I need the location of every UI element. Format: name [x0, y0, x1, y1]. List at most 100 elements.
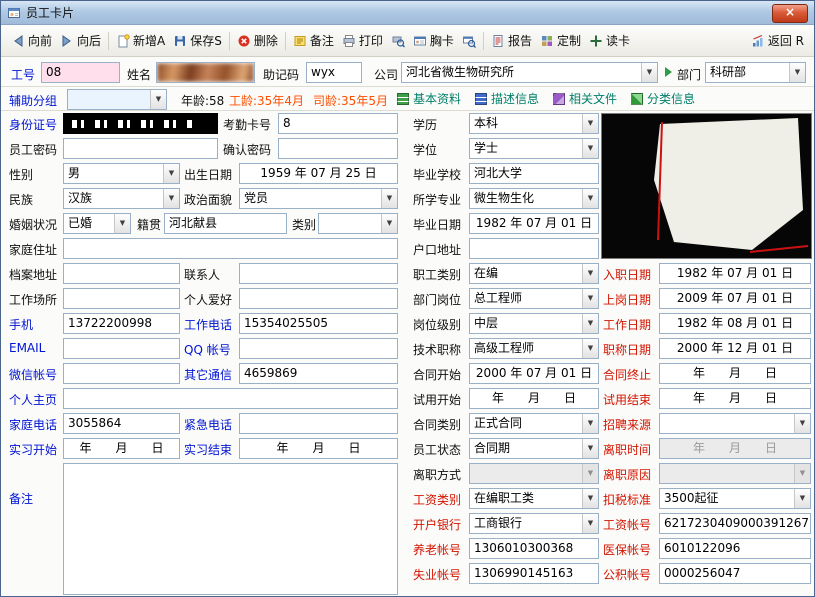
- close-button[interactable]: ×: [772, 4, 808, 23]
- note-button[interactable]: 备注: [289, 28, 338, 53]
- backward-button[interactable]: 向后: [56, 28, 105, 53]
- political-status-select[interactable]: 党员▼: [239, 188, 398, 209]
- attendance-card-field[interactable]: 8: [278, 113, 398, 134]
- field-label: 技术职称: [413, 341, 461, 358]
- intern-end-field[interactable]: 年 月 日: [239, 438, 398, 459]
- tech-title-select[interactable]: 高级工程师▼: [469, 338, 599, 359]
- qq-field[interactable]: [239, 338, 398, 359]
- hukou-address-field[interactable]: [469, 238, 599, 259]
- intern-start-field[interactable]: 年 月 日: [63, 438, 180, 459]
- new-button[interactable]: 新增A: [112, 28, 169, 53]
- confirm-password-field[interactable]: [278, 138, 398, 159]
- field-label: 失业帐号: [413, 566, 461, 583]
- emergency-phone-field[interactable]: [239, 413, 398, 434]
- company-select[interactable]: 河北省微生物研究所▼: [401, 62, 658, 83]
- id-card-field[interactable]: [63, 113, 218, 134]
- post-level-select[interactable]: 中层▼: [469, 313, 599, 334]
- tab-classification[interactable]: 分类信息: [631, 90, 695, 107]
- customize-button[interactable]: 定制: [536, 28, 585, 53]
- field-value: 合同期: [474, 441, 510, 455]
- home-phone-field[interactable]: 3055864: [63, 413, 180, 434]
- field-label: 学位: [413, 141, 437, 158]
- hobby-field[interactable]: [239, 288, 398, 309]
- workplace-field[interactable]: [63, 288, 180, 309]
- tab-basic-info[interactable]: 基本资料: [397, 90, 461, 107]
- return-button[interactable]: 返回 R: [747, 28, 808, 53]
- emp-no-field[interactable]: 08: [41, 62, 120, 83]
- marital-select[interactable]: 已婚▼: [63, 213, 131, 234]
- tax-standard-select[interactable]: 3500起征▼: [659, 488, 811, 509]
- readcard-button[interactable]: 读卡: [585, 28, 634, 53]
- gender-select[interactable]: 男▼: [63, 163, 180, 184]
- contract-start-field[interactable]: 2000 年 07 月 01 日: [469, 363, 599, 384]
- contact-person-field[interactable]: [239, 263, 398, 284]
- hire-date-field[interactable]: 1982 年 07 月 01 日: [659, 263, 811, 284]
- field-label: 工作日期: [603, 316, 651, 333]
- dept-select[interactable]: 科研部▼: [705, 62, 806, 83]
- notes-textarea[interactable]: [63, 463, 398, 595]
- window-title: 员工卡片: [26, 4, 74, 21]
- field-label: 家庭电话: [9, 416, 57, 433]
- aux-group-select[interactable]: ▼: [67, 89, 167, 110]
- employee-photo[interactable]: [601, 113, 812, 259]
- category-select[interactable]: ▼: [318, 213, 398, 234]
- title-date-field[interactable]: 2000 年 12 月 01 日: [659, 338, 811, 359]
- badge-preview-button[interactable]: [458, 30, 480, 52]
- archive-address-field[interactable]: [63, 263, 180, 284]
- description-icon: [475, 93, 487, 105]
- save-button[interactable]: 保存S: [169, 28, 226, 53]
- homepage-field[interactable]: [63, 388, 398, 409]
- print-preview-icon: [391, 34, 405, 48]
- ethnicity-select[interactable]: 汉族▼: [63, 188, 180, 209]
- home-address-field[interactable]: [63, 238, 398, 259]
- trial-start-field[interactable]: 年 月 日: [469, 388, 599, 409]
- degree-select[interactable]: 学士▼: [469, 138, 599, 159]
- salary-category-select[interactable]: 在编职工类▼: [469, 488, 599, 509]
- contract-end-field[interactable]: 年 月 日: [659, 363, 811, 384]
- bank-select[interactable]: 工商银行▼: [469, 513, 599, 534]
- dept-marker-icon: [664, 67, 673, 77]
- work-date-field[interactable]: 1982 年 08 月 01 日: [659, 313, 811, 334]
- other-comm-field[interactable]: 4659869: [239, 363, 398, 384]
- report-button[interactable]: 报告: [487, 28, 536, 53]
- field-label: QQ 帐号: [184, 341, 231, 358]
- name-field[interactable]: [156, 62, 255, 83]
- field-label: 毕业日期: [413, 216, 461, 233]
- mnemonic-field[interactable]: wyx: [306, 62, 362, 83]
- mobile-field[interactable]: 13722200998: [63, 313, 180, 334]
- print-preview-button[interactable]: [387, 30, 409, 52]
- native-place-field[interactable]: 河北献县: [164, 213, 287, 234]
- delete-button[interactable]: 删除: [233, 28, 282, 53]
- dept-post-select[interactable]: 总工程师▼: [469, 288, 599, 309]
- housing-fund-account-field[interactable]: 0000256047: [659, 563, 811, 584]
- post-date-field[interactable]: 2009 年 07 月 01 日: [659, 288, 811, 309]
- recruit-source-select[interactable]: ▼: [659, 413, 811, 434]
- trial-end-field[interactable]: 年 月 日: [659, 388, 811, 409]
- print-button[interactable]: 打印: [338, 28, 387, 53]
- wechat-field[interactable]: [63, 363, 180, 384]
- toolbar-label: 保存S: [190, 32, 222, 49]
- password-field[interactable]: [63, 138, 218, 159]
- pension-account-field[interactable]: 1306010300368: [469, 538, 599, 559]
- unemployment-account-field[interactable]: 1306990145163: [469, 563, 599, 584]
- forward-button[interactable]: 向前: [7, 28, 56, 53]
- toolbar-separator: [483, 32, 484, 50]
- employee-status-select[interactable]: 合同期▼: [469, 438, 599, 459]
- tab-description[interactable]: 描述信息: [475, 90, 539, 107]
- work-years-text: 工龄:35年4月: [229, 92, 304, 109]
- school-field[interactable]: 河北大学: [469, 163, 599, 184]
- employee-category-select[interactable]: 在编▼: [469, 263, 599, 284]
- major-select[interactable]: 微生物生化▼: [469, 188, 599, 209]
- contract-type-select[interactable]: 正式合同▼: [469, 413, 599, 434]
- education-select[interactable]: 本科▼: [469, 113, 599, 134]
- company-years-text: 司龄:35年5月: [313, 92, 388, 109]
- salary-account-field[interactable]: 6217230409000391267: [659, 513, 811, 534]
- work-phone-field[interactable]: 15354025505: [239, 313, 398, 334]
- badge-button[interactable]: 胸卡: [409, 28, 458, 53]
- field-label: 员工状态: [413, 441, 461, 458]
- medical-account-field[interactable]: 6010122096: [659, 538, 811, 559]
- email-field[interactable]: [63, 338, 180, 359]
- tab-related-files[interactable]: 相关文件: [553, 90, 617, 107]
- graduation-date-field[interactable]: 1982 年 07 月 01 日: [469, 213, 599, 234]
- birth-date-field[interactable]: 1959 年 07 月 25 日: [239, 163, 398, 184]
